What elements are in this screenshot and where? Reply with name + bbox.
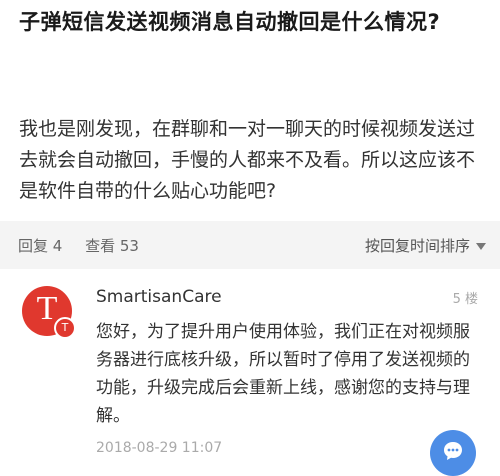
reply-time: 2018-08-29 11:07 — [96, 440, 223, 456]
reply-floor: 5 楼 — [452, 292, 478, 307]
avatar[interactable]: T T — [22, 286, 76, 339]
chat-bubble-icon — [444, 442, 462, 460]
reply-count: 回复 4 — [18, 237, 63, 255]
reply-author[interactable]: SmartisanCare — [96, 287, 222, 307]
thread-stats-bar: 回复 4 查看 53 按回复时间排序 — [0, 221, 500, 269]
caret-down-icon — [476, 243, 486, 250]
question-body: 我也是刚发现，在群聊和一对一聊天的时候视频发送过去就会自动撤回，手慢的人都来不及… — [19, 118, 476, 202]
sort-dropdown[interactable]: 按回复时间排序 — [365, 235, 486, 256]
reply-content: 您好，为了提升用户使用体验，我们正在对视频服务器进行底核升级，所以暂时了停用了发… — [96, 322, 470, 426]
question-title: 子弹短信发送视频消息自动撤回是什么情况? — [19, 10, 441, 34]
verified-badge-icon: T — [54, 317, 76, 339]
view-count: 查看 53 — [85, 237, 139, 255]
comment-fab-button[interactable] — [430, 430, 476, 476]
stats-group: 回复 4 查看 53 — [18, 235, 157, 256]
sort-label: 按回复时间排序 — [364, 237, 470, 255]
